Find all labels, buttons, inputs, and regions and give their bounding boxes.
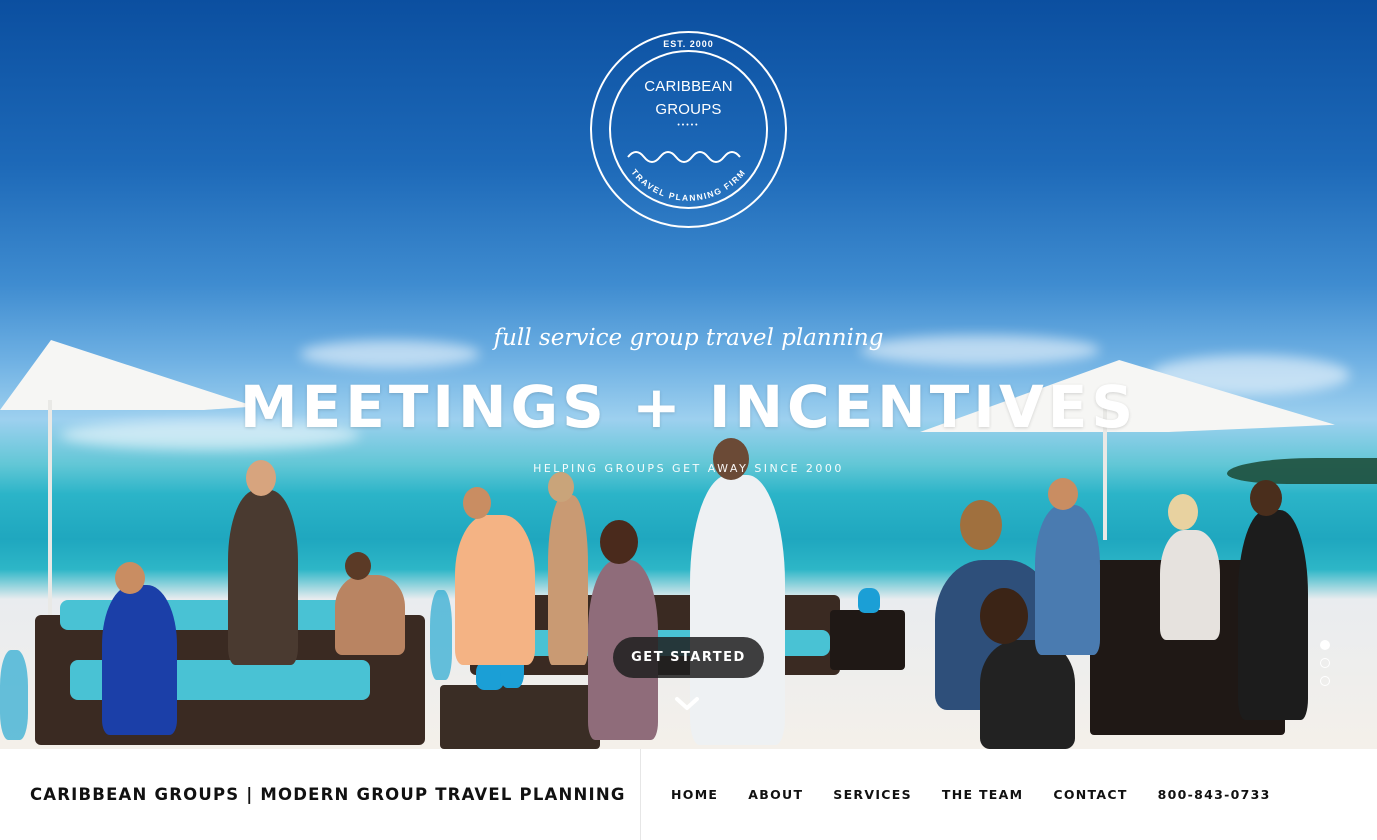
company-logo[interactable]: EST. 2000 CARIBBEAN GROUPS ••••• TRAVEL … (590, 31, 787, 228)
person (1035, 505, 1100, 655)
nav-phone[interactable]: 800-843-0733 (1158, 787, 1271, 802)
chevron-down-icon[interactable] (674, 695, 700, 713)
slide-dot-2[interactable] (1320, 658, 1330, 668)
person (980, 640, 1075, 749)
nav-services[interactable]: SERVICES (833, 787, 912, 802)
ottoman (440, 685, 600, 749)
hero-tagline: full service group travel planning (493, 325, 884, 351)
hero-subline: HELPING GROUPS GET AWAY SINCE 2000 (533, 462, 844, 475)
person (335, 575, 405, 655)
navbar-divider (640, 749, 641, 840)
logo-ring-text-path: TRAVEL PLANNING FIRM (629, 167, 746, 203)
hero-headline: MEETINGS + INCENTIVES (239, 373, 1138, 441)
bottom-navbar: CARIBBEAN GROUPS | MODERN GROUP TRAVEL P… (0, 749, 1377, 840)
person-head (600, 520, 638, 564)
person-head (960, 500, 1002, 550)
nav-about[interactable]: ABOUT (748, 787, 803, 802)
person-head (548, 472, 574, 502)
slide-dot-1[interactable] (1320, 640, 1330, 650)
person (228, 490, 298, 665)
get-started-button[interactable]: GET STARTED (613, 637, 764, 678)
person-head (115, 562, 145, 594)
person-head (345, 552, 371, 580)
main-nav: HOME ABOUT SERVICES THE TEAM CONTACT 800… (671, 749, 1301, 840)
person-head (1250, 480, 1282, 516)
hero-section: EST. 2000 CARIBBEAN GROUPS ••••• TRAVEL … (0, 0, 1377, 749)
slide-dot-3[interactable] (1320, 676, 1330, 686)
person-head (1048, 478, 1078, 510)
glass-cylinder (430, 590, 452, 680)
person-head (463, 487, 491, 519)
blue-vase (858, 588, 880, 613)
slide-indicators (1320, 640, 1334, 694)
nav-contact[interactable]: CONTACT (1053, 787, 1127, 802)
glass-cylinder (0, 650, 28, 740)
person-head (1168, 494, 1198, 530)
person (1238, 510, 1308, 720)
logo-ring-text: TRAVEL PLANNING FIRM (629, 167, 747, 203)
person (548, 495, 588, 665)
person (102, 585, 177, 735)
person-head (980, 588, 1028, 644)
person (690, 475, 785, 745)
nav-the-team[interactable]: THE TEAM (942, 787, 1023, 802)
person (1160, 530, 1220, 640)
nav-home[interactable]: HOME (671, 787, 718, 802)
svg-text:TRAVEL PLANNING FIRM: TRAVEL PLANNING FIRM (629, 167, 747, 203)
site-brand[interactable]: CARIBBEAN GROUPS | MODERN GROUP TRAVEL P… (30, 749, 626, 840)
side-table (830, 610, 905, 670)
person (455, 515, 535, 665)
